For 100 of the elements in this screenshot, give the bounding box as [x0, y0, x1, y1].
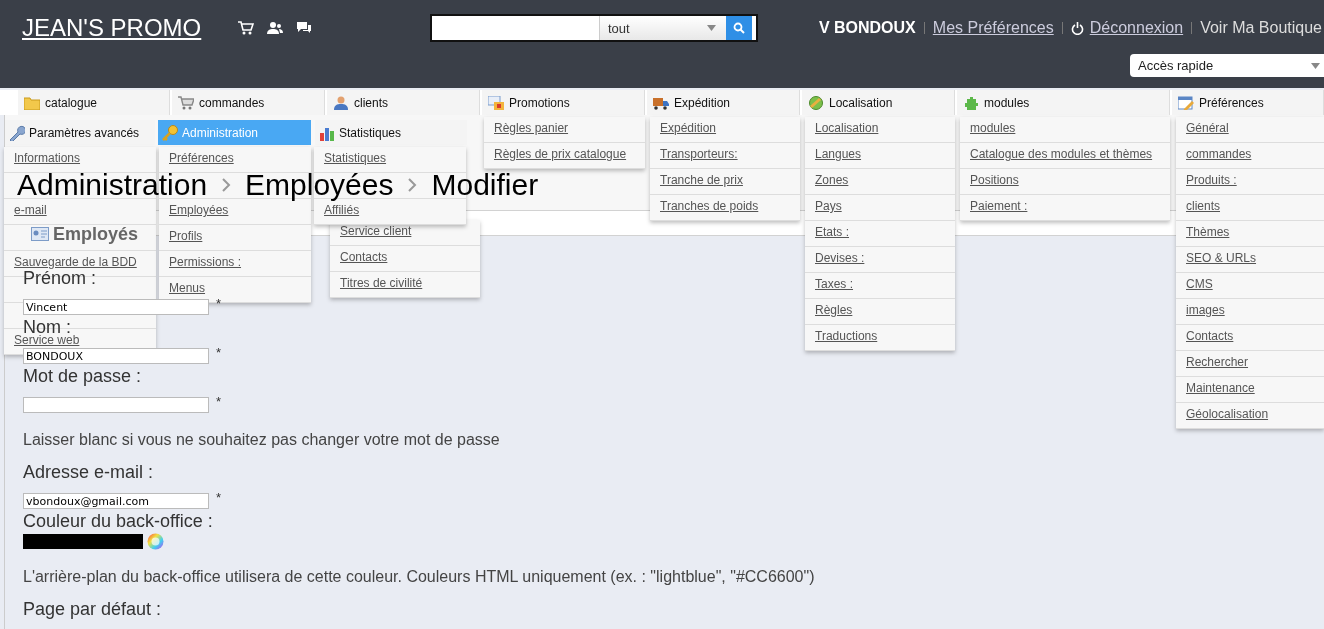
menu-item[interactable]: Contacts: [340, 251, 388, 264]
menu-item[interactable]: Pays: [815, 200, 842, 213]
menu-item[interactable]: Catalogue des modules et thèmes: [970, 148, 1153, 161]
menu-item[interactable]: Maintenance: [1186, 382, 1255, 395]
search-icon: [733, 22, 745, 34]
menu-item[interactable]: Titres de civilité: [340, 277, 423, 290]
menu-item[interactable]: Expédition: [660, 122, 717, 135]
menu-item[interactable]: Sauvegarde de la BDD: [14, 256, 137, 269]
menu-item[interactable]: Produits :: [1186, 174, 1237, 187]
menu-item[interactable]: Profils: [169, 230, 203, 243]
field-label: Mot de passe :: [23, 368, 142, 385]
person-icon: [333, 95, 349, 110]
field-label: Nom :: [23, 319, 71, 336]
menu-item[interactable]: Service web: [14, 334, 80, 347]
menu-item[interactable]: e-mail: [14, 204, 47, 217]
menu-item[interactable]: Règles panier: [494, 122, 569, 135]
menu-item[interactable]: Etats :: [815, 226, 849, 239]
key-icon: [162, 124, 178, 141]
field-label: Prénom :: [23, 270, 97, 287]
menu-tab[interactable]: Localisation: [802, 90, 955, 115]
menu-item[interactable]: Zones: [815, 174, 849, 187]
breadcrumb-item: Administration: [17, 171, 208, 198]
required-mark: *: [216, 348, 222, 358]
color-wheel-icon[interactable]: [147, 533, 164, 550]
field-label: Page par défaut :: [23, 601, 162, 618]
menu-tab[interactable]: modules: [957, 90, 1170, 115]
users-icon[interactable]: [267, 21, 283, 35]
id-card-icon: [31, 227, 49, 241]
menu-item[interactable]: Transporteurs:: [660, 148, 738, 161]
menu-item[interactable]: Affiliés: [324, 204, 360, 217]
caret-icon: [1311, 62, 1320, 69]
breadcrumb-item: Modifier: [431, 171, 539, 198]
menu-item[interactable]: Contacts: [1186, 330, 1234, 343]
cart-icon: [178, 95, 194, 110]
truck-icon: [653, 95, 669, 110]
required-mark: *: [216, 299, 222, 309]
help-text: Laisser blanc si vous ne souhaitez pas changer votre mot de passe: [23, 431, 500, 449]
menu-item[interactable]: Règles de prix catalogue: [494, 148, 627, 161]
input-field[interactable]: vbondoux@gmail.com: [23, 493, 209, 509]
menu-item[interactable]: clients: [1186, 200, 1220, 213]
menu-item[interactable]: Géolocalisation: [1186, 408, 1269, 421]
menu-item[interactable]: Localisation: [815, 122, 879, 135]
user-name: V BONDOUX: [818, 19, 916, 37]
menu-tab[interactable]: Promotions: [482, 90, 645, 115]
menu-item[interactable]: Paiement :: [970, 200, 1028, 213]
menu-item[interactable]: Préférences: [169, 152, 234, 165]
menu-item[interactable]: Thèmes: [1186, 226, 1230, 239]
menu-item[interactable]: Informations: [14, 152, 81, 165]
menu-tab[interactable]: catalogue: [18, 90, 170, 115]
input-field[interactable]: Vincent: [23, 299, 209, 315]
wrench-icon: [9, 124, 25, 141]
input-field[interactable]: BONDOUX: [23, 348, 209, 364]
search-button[interactable]: [726, 16, 752, 40]
menu-item[interactable]: Rechercher: [1186, 356, 1249, 369]
chevron-icon: [221, 176, 232, 193]
required-mark: *: [216, 397, 222, 407]
field-label: Couleur du back-office :: [23, 513, 213, 530]
scope-select[interactable]: tout: [599, 16, 726, 40]
help-text: L'arrière-plan du back-office utilisera de cette couleur. Couleurs HTML uniquement (ex. : "lightblue", "#CC6600"): [23, 568, 815, 586]
menu-item[interactable]: images: [1186, 304, 1225, 317]
menu-tab[interactable]: clients: [327, 90, 480, 115]
section-heading: Employés: [53, 225, 139, 243]
menu-tab[interactable]: commandes: [172, 90, 325, 115]
chat-icon[interactable]: [296, 21, 312, 35]
header-link[interactable]: Voir Ma Boutique: [1200, 19, 1322, 37]
menu-item[interactable]: Taxes :: [815, 278, 853, 291]
menu-item[interactable]: CMS: [1186, 278, 1213, 291]
globe-icon: [808, 95, 824, 110]
menu-item[interactable]: Positions: [970, 174, 1019, 187]
menu-item[interactable]: commandes: [1186, 148, 1252, 161]
caret-icon: [707, 25, 716, 31]
menu-item[interactable]: SEO & URLs: [1186, 252, 1257, 265]
header-link[interactable]: Déconnexion: [1089, 19, 1184, 37]
header-link[interactable]: Mes Préférences: [932, 19, 1054, 37]
quick-access-select[interactable]: Accès rapide: [1130, 54, 1324, 77]
menu-item[interactable]: Service client: [340, 225, 412, 238]
menu-item[interactable]: Statistiques: [324, 152, 387, 165]
menu-item[interactable]: Devises :: [815, 252, 865, 265]
menu-item[interactable]: Tranches de poids: [660, 200, 759, 213]
field-label: Adresse e-mail :: [23, 464, 154, 481]
required-mark: *: [216, 493, 222, 503]
power-icon[interactable]: [1070, 21, 1084, 35]
menu-item[interactable]: Règles: [815, 304, 853, 317]
folder-icon: [24, 95, 40, 110]
notepad-icon: [1178, 95, 1194, 110]
menu-tab[interactable]: Expédition: [647, 90, 800, 115]
cart-icon[interactable]: [238, 21, 254, 35]
menu-item[interactable]: Employées: [169, 204, 229, 217]
menu-item[interactable]: Permissions :: [169, 256, 242, 269]
menu-item[interactable]: Menus: [169, 282, 206, 295]
menu-item[interactable]: Langues: [815, 148, 862, 161]
site-title[interactable]: JEAN'S PROMO: [22, 14, 212, 42]
menu-item[interactable]: modules: [970, 122, 1016, 135]
menu-item[interactable]: Tranche de prix: [660, 174, 743, 187]
menu-item[interactable]: Traductions: [815, 330, 878, 343]
card-icon: [488, 95, 504, 110]
input-field[interactable]: [23, 397, 209, 413]
color-field[interactable]: [23, 534, 143, 549]
menu-item[interactable]: Général: [1186, 122, 1229, 135]
menu-tab[interactable]: Préférences: [1172, 90, 1324, 115]
